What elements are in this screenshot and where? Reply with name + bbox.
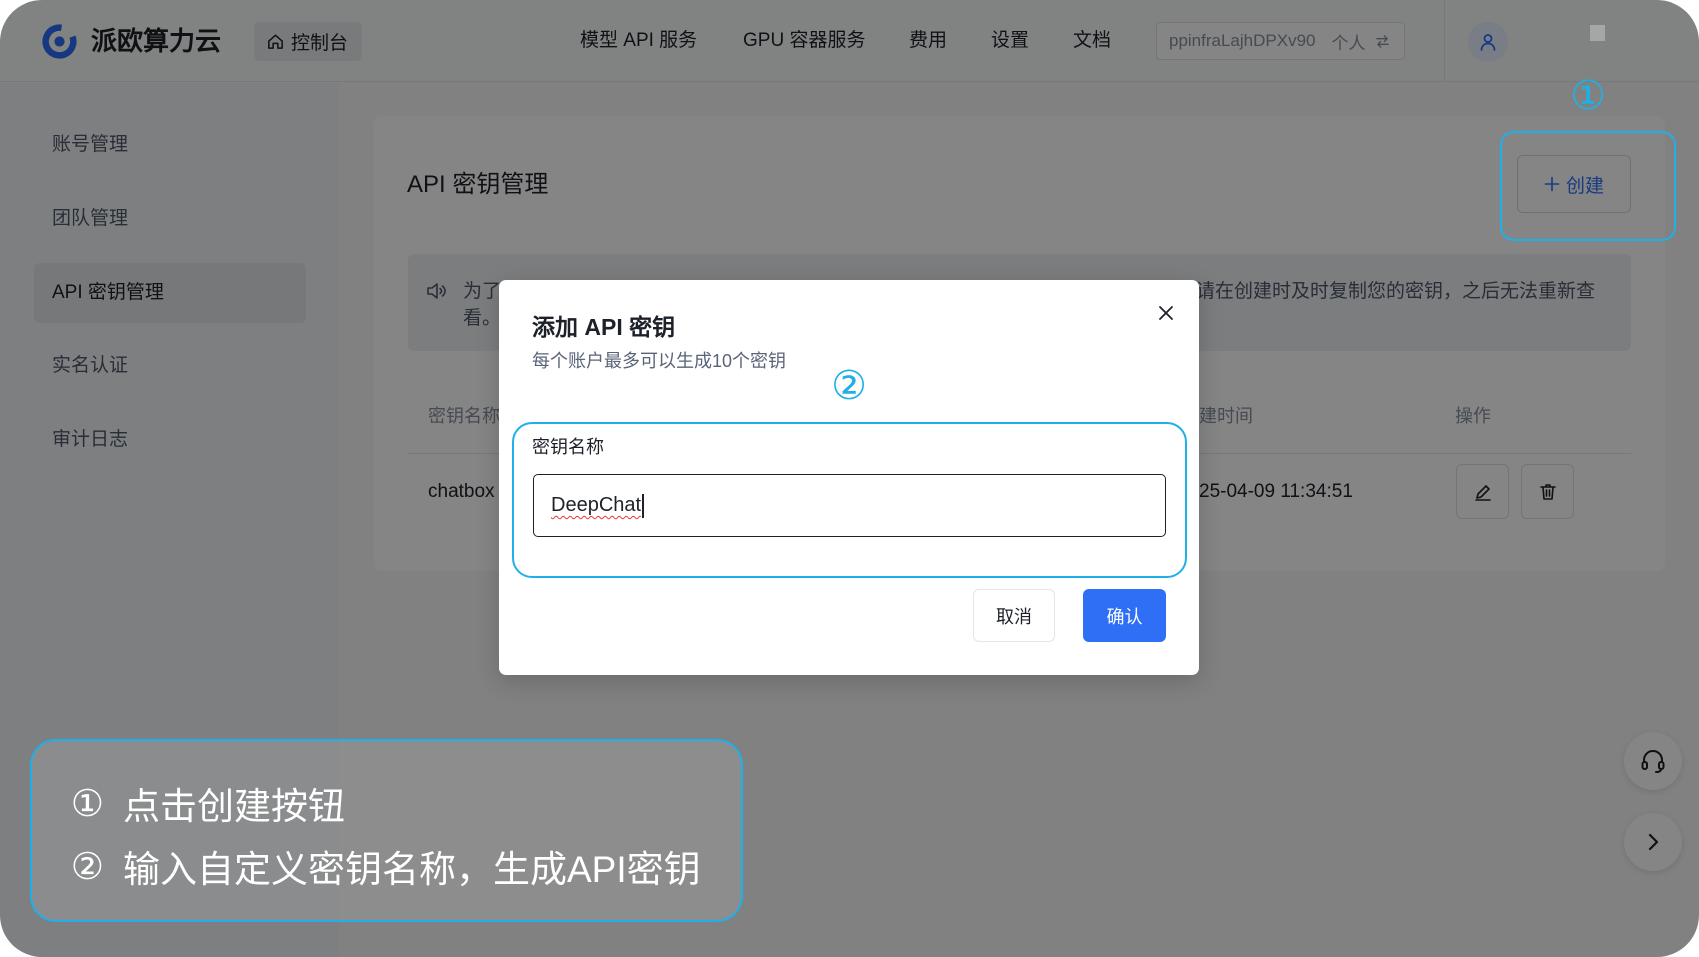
confirm-button[interactable]: 确认 [1083,589,1166,642]
cancel-button[interactable]: 取消 [973,589,1055,642]
caption-step-marker: ① [70,782,105,824]
dialog-title: 添加 API 密钥 [532,314,676,340]
header-square-control [1590,25,1605,41]
caption-step-1: ① 点击创建按钮 [69,781,345,828]
step-marker-1: ① [1570,74,1606,118]
caption-step-text: 点击创建按钮 [123,786,345,827]
highlight-key-name-field [512,422,1187,578]
instruction-caption: ① 点击创建按钮 ② 输入自定义密钥名称，生成API密钥 [30,739,743,922]
caption-step-2: ② 输入自定义密钥名称，生成API密钥 [69,844,701,891]
step-marker-2: ② [831,364,867,408]
caption-step-marker: ② [70,845,105,887]
app-screen: 派欧算力云 控制台 模型 API 服务 GPU 容器服务 费用 设置 文档 pp… [0,0,1699,957]
close-icon[interactable] [1157,304,1175,322]
highlight-create-button [1500,131,1676,241]
caption-step-text: 输入自定义密钥名称，生成API密钥 [123,849,701,890]
dialog-subtitle: 每个账户最多可以生成10个密钥 [532,351,787,371]
